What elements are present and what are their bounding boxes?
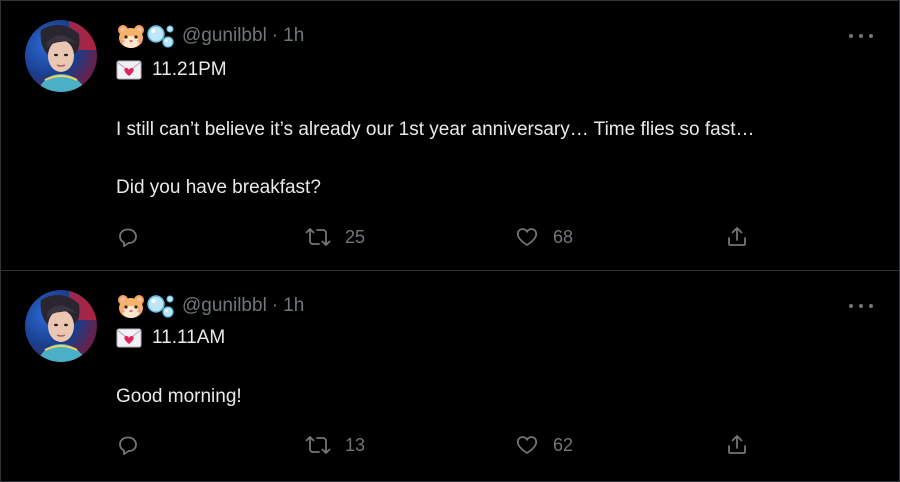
more-options-icon[interactable] bbox=[849, 27, 873, 45]
bubbles-emoji-icon bbox=[146, 292, 176, 320]
mail-time-text: 11.21PM bbox=[152, 59, 227, 80]
like-count: 68 bbox=[553, 226, 574, 247]
share-button[interactable] bbox=[725, 223, 749, 251]
heart-icon bbox=[516, 436, 538, 454]
mail-line: 11.21PM bbox=[116, 56, 227, 84]
separator-dot: · bbox=[271, 25, 279, 46]
user-handle[interactable]: @gunilbbl bbox=[182, 25, 267, 47]
share-icon bbox=[728, 227, 746, 246]
retweet-count: 13 bbox=[345, 434, 366, 455]
tweet-header: @gunilbbl · 1h bbox=[116, 22, 304, 50]
like-count: 62 bbox=[553, 434, 574, 455]
tweet-text-line-2: Did you have breakfast? bbox=[116, 177, 321, 198]
share-icon bbox=[728, 435, 746, 454]
separator-dot: · bbox=[271, 295, 279, 316]
reply-icon bbox=[119, 228, 137, 247]
timestamp[interactable]: 1h bbox=[283, 25, 304, 47]
bubbles-emoji-icon bbox=[146, 22, 176, 50]
like-button[interactable]: 62 bbox=[515, 431, 573, 459]
heart-icon bbox=[516, 228, 538, 246]
mail-line: 11.11AM bbox=[116, 324, 225, 352]
tweet-1[interactable]: @gunilbbl · 1h 11.21PM I still can’t bel… bbox=[1, 1, 899, 271]
timestamp[interactable]: 1h bbox=[283, 295, 304, 317]
tweet-2[interactable]: @gunilbbl · 1h 11.11AM Good morning! 13 … bbox=[1, 271, 899, 482]
hamster-face-emoji-icon bbox=[116, 22, 146, 50]
mail-time-text: 11.11AM bbox=[152, 327, 226, 348]
avatar-image bbox=[25, 290, 97, 362]
hamster-face-emoji-icon bbox=[116, 292, 146, 320]
avatar[interactable] bbox=[25, 290, 97, 362]
tweet-text-line-1: I still can’t believe it’s already our 1… bbox=[116, 119, 755, 140]
retweet-button[interactable]: 25 bbox=[305, 223, 365, 251]
user-handle[interactable]: @gunilbbl bbox=[182, 295, 267, 317]
retweet-button[interactable]: 13 bbox=[305, 431, 365, 459]
more-options-icon[interactable] bbox=[849, 297, 873, 315]
love-letter-emoji-icon bbox=[116, 328, 142, 348]
like-button[interactable]: 68 bbox=[515, 223, 573, 251]
reply-button[interactable] bbox=[116, 223, 154, 251]
retweet-icon bbox=[305, 228, 331, 246]
share-button[interactable] bbox=[725, 431, 749, 459]
tweet-text-line-1: Good morning! bbox=[116, 386, 242, 407]
avatar-image bbox=[25, 20, 97, 92]
reply-icon bbox=[119, 436, 137, 455]
avatar[interactable] bbox=[25, 20, 97, 92]
retweet-count: 25 bbox=[345, 226, 366, 247]
retweet-icon bbox=[305, 436, 331, 454]
reply-button[interactable] bbox=[116, 431, 154, 459]
love-letter-emoji-icon bbox=[116, 60, 142, 80]
tweet-header: @gunilbbl · 1h bbox=[116, 292, 304, 320]
